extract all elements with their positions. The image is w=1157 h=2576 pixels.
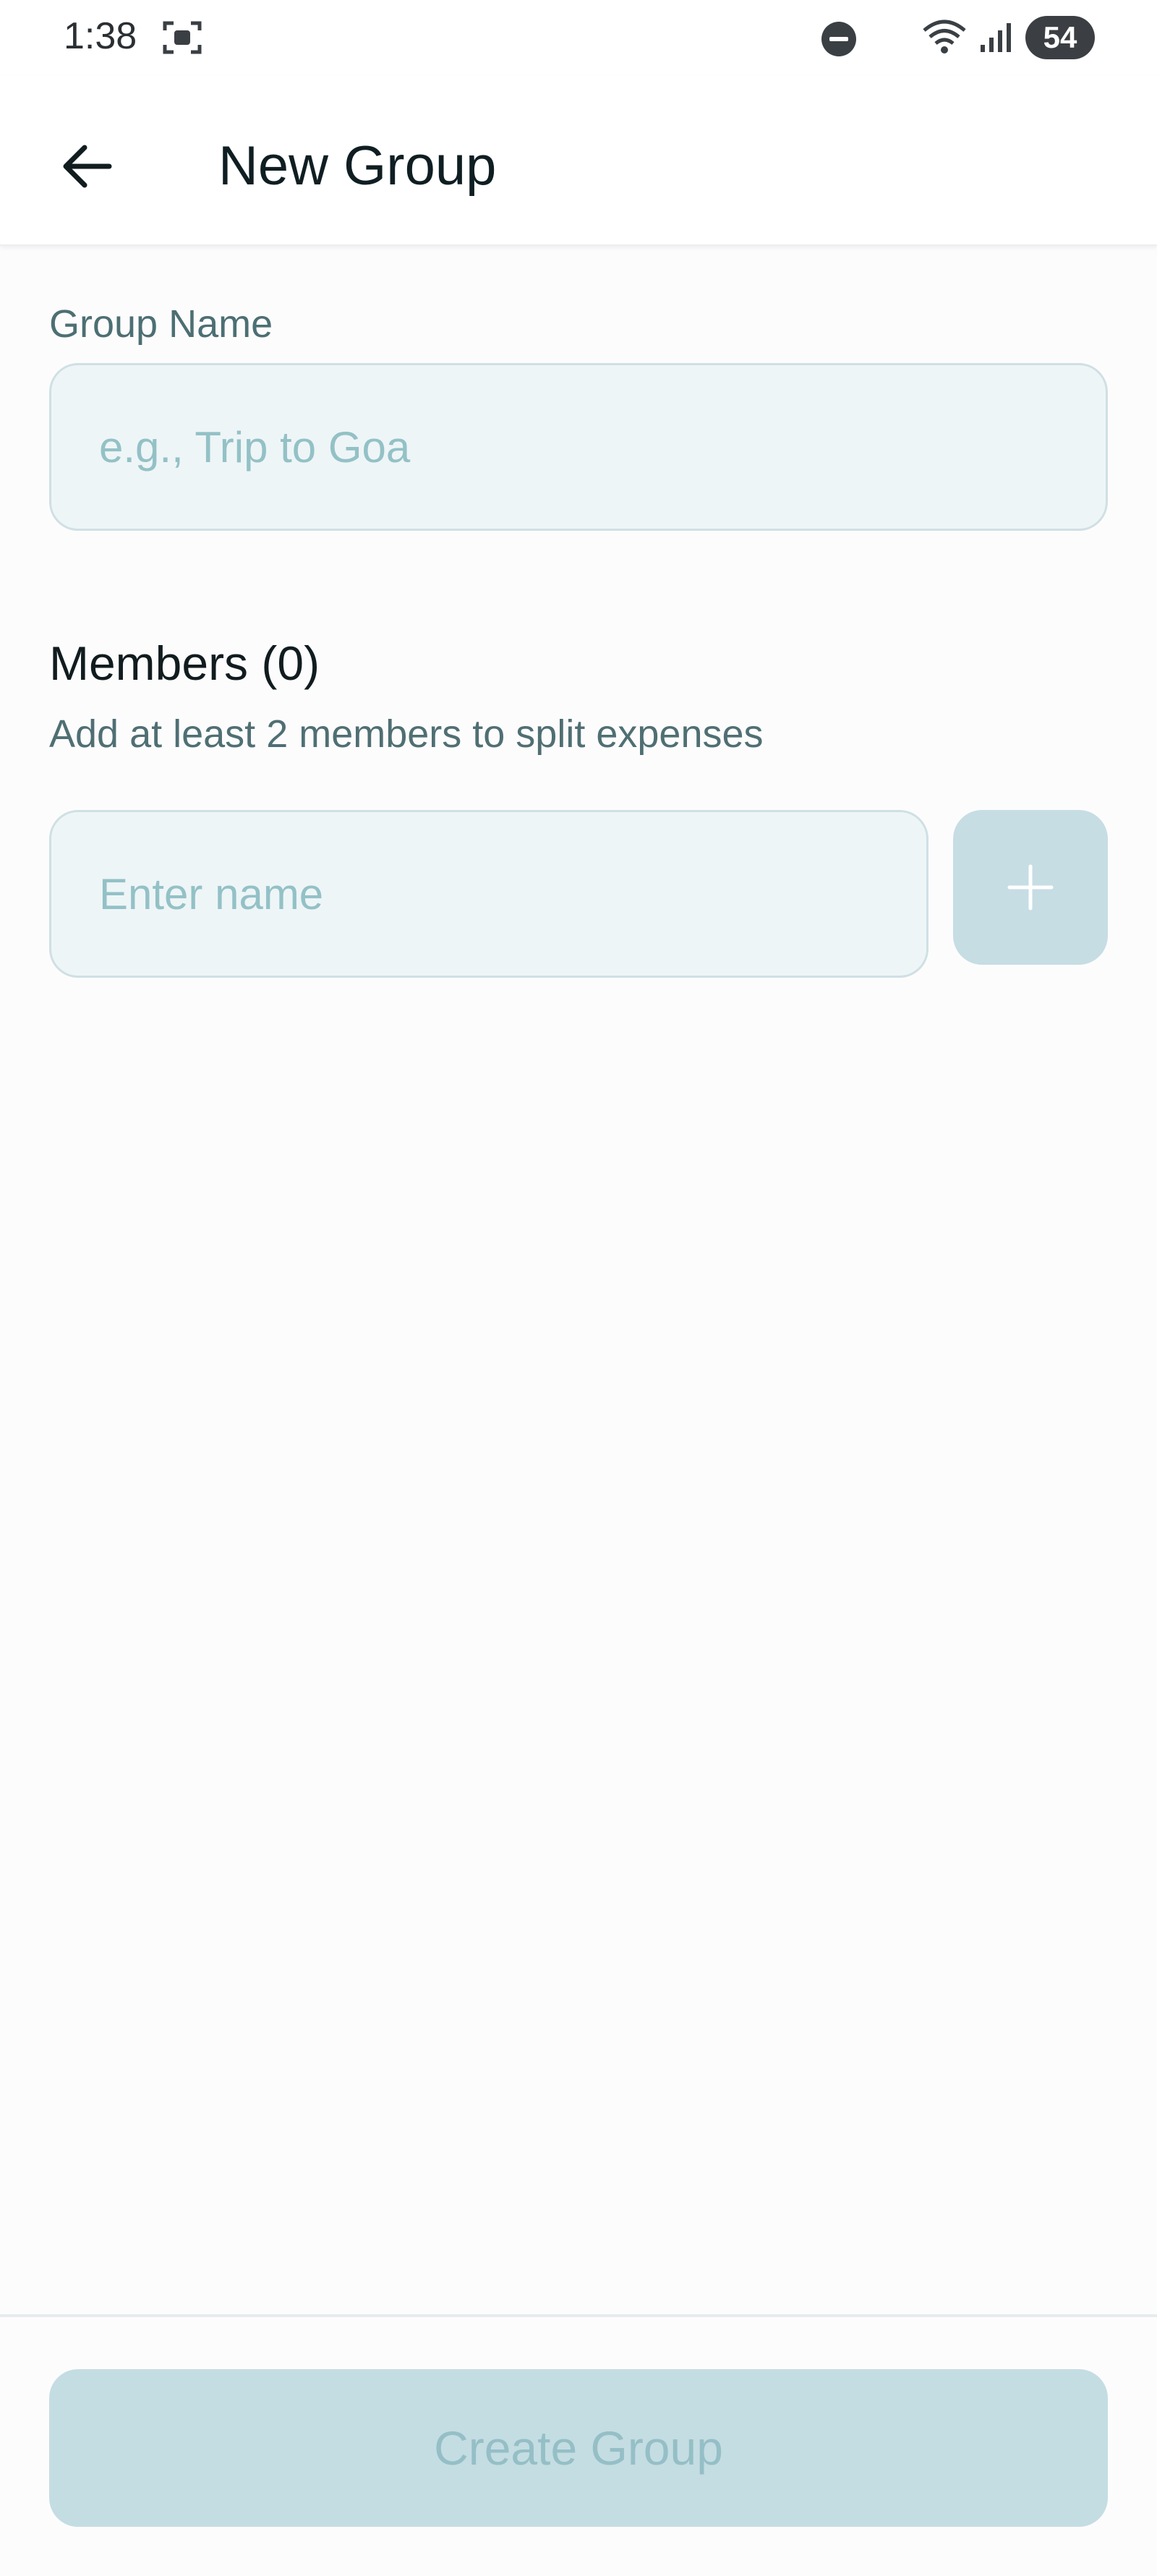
member-name-input[interactable] bbox=[49, 810, 928, 978]
battery-indicator: 54 bbox=[1025, 16, 1095, 59]
signal-icon bbox=[981, 23, 1011, 52]
group-name-input[interactable] bbox=[49, 363, 1108, 531]
status-bar: 1:38 54 bbox=[0, 0, 1157, 76]
members-title: Members (0) bbox=[49, 636, 320, 690]
do-not-disturb-icon bbox=[821, 22, 856, 56]
wifi-icon bbox=[923, 20, 966, 54]
group-name-label: Group Name bbox=[49, 302, 273, 346]
members-hint: Add at least 2 members to split expenses bbox=[49, 712, 764, 756]
status-time: 1:38 bbox=[64, 15, 137, 57]
bottom-divider bbox=[0, 2314, 1157, 2317]
back-button[interactable] bbox=[48, 127, 127, 206]
new-group-screen: 1:38 54 New Group Group Name e.g., Trip … bbox=[0, 0, 1157, 2576]
create-group-button[interactable]: Create Group bbox=[49, 2369, 1108, 2527]
arrow-left-icon bbox=[63, 145, 112, 188]
screenshot-icon bbox=[163, 21, 202, 54]
add-member-button[interactable] bbox=[953, 810, 1108, 965]
plus-icon bbox=[1007, 864, 1054, 910]
page-title: New Group bbox=[218, 135, 497, 197]
app-bar: New Group bbox=[0, 76, 1157, 246]
